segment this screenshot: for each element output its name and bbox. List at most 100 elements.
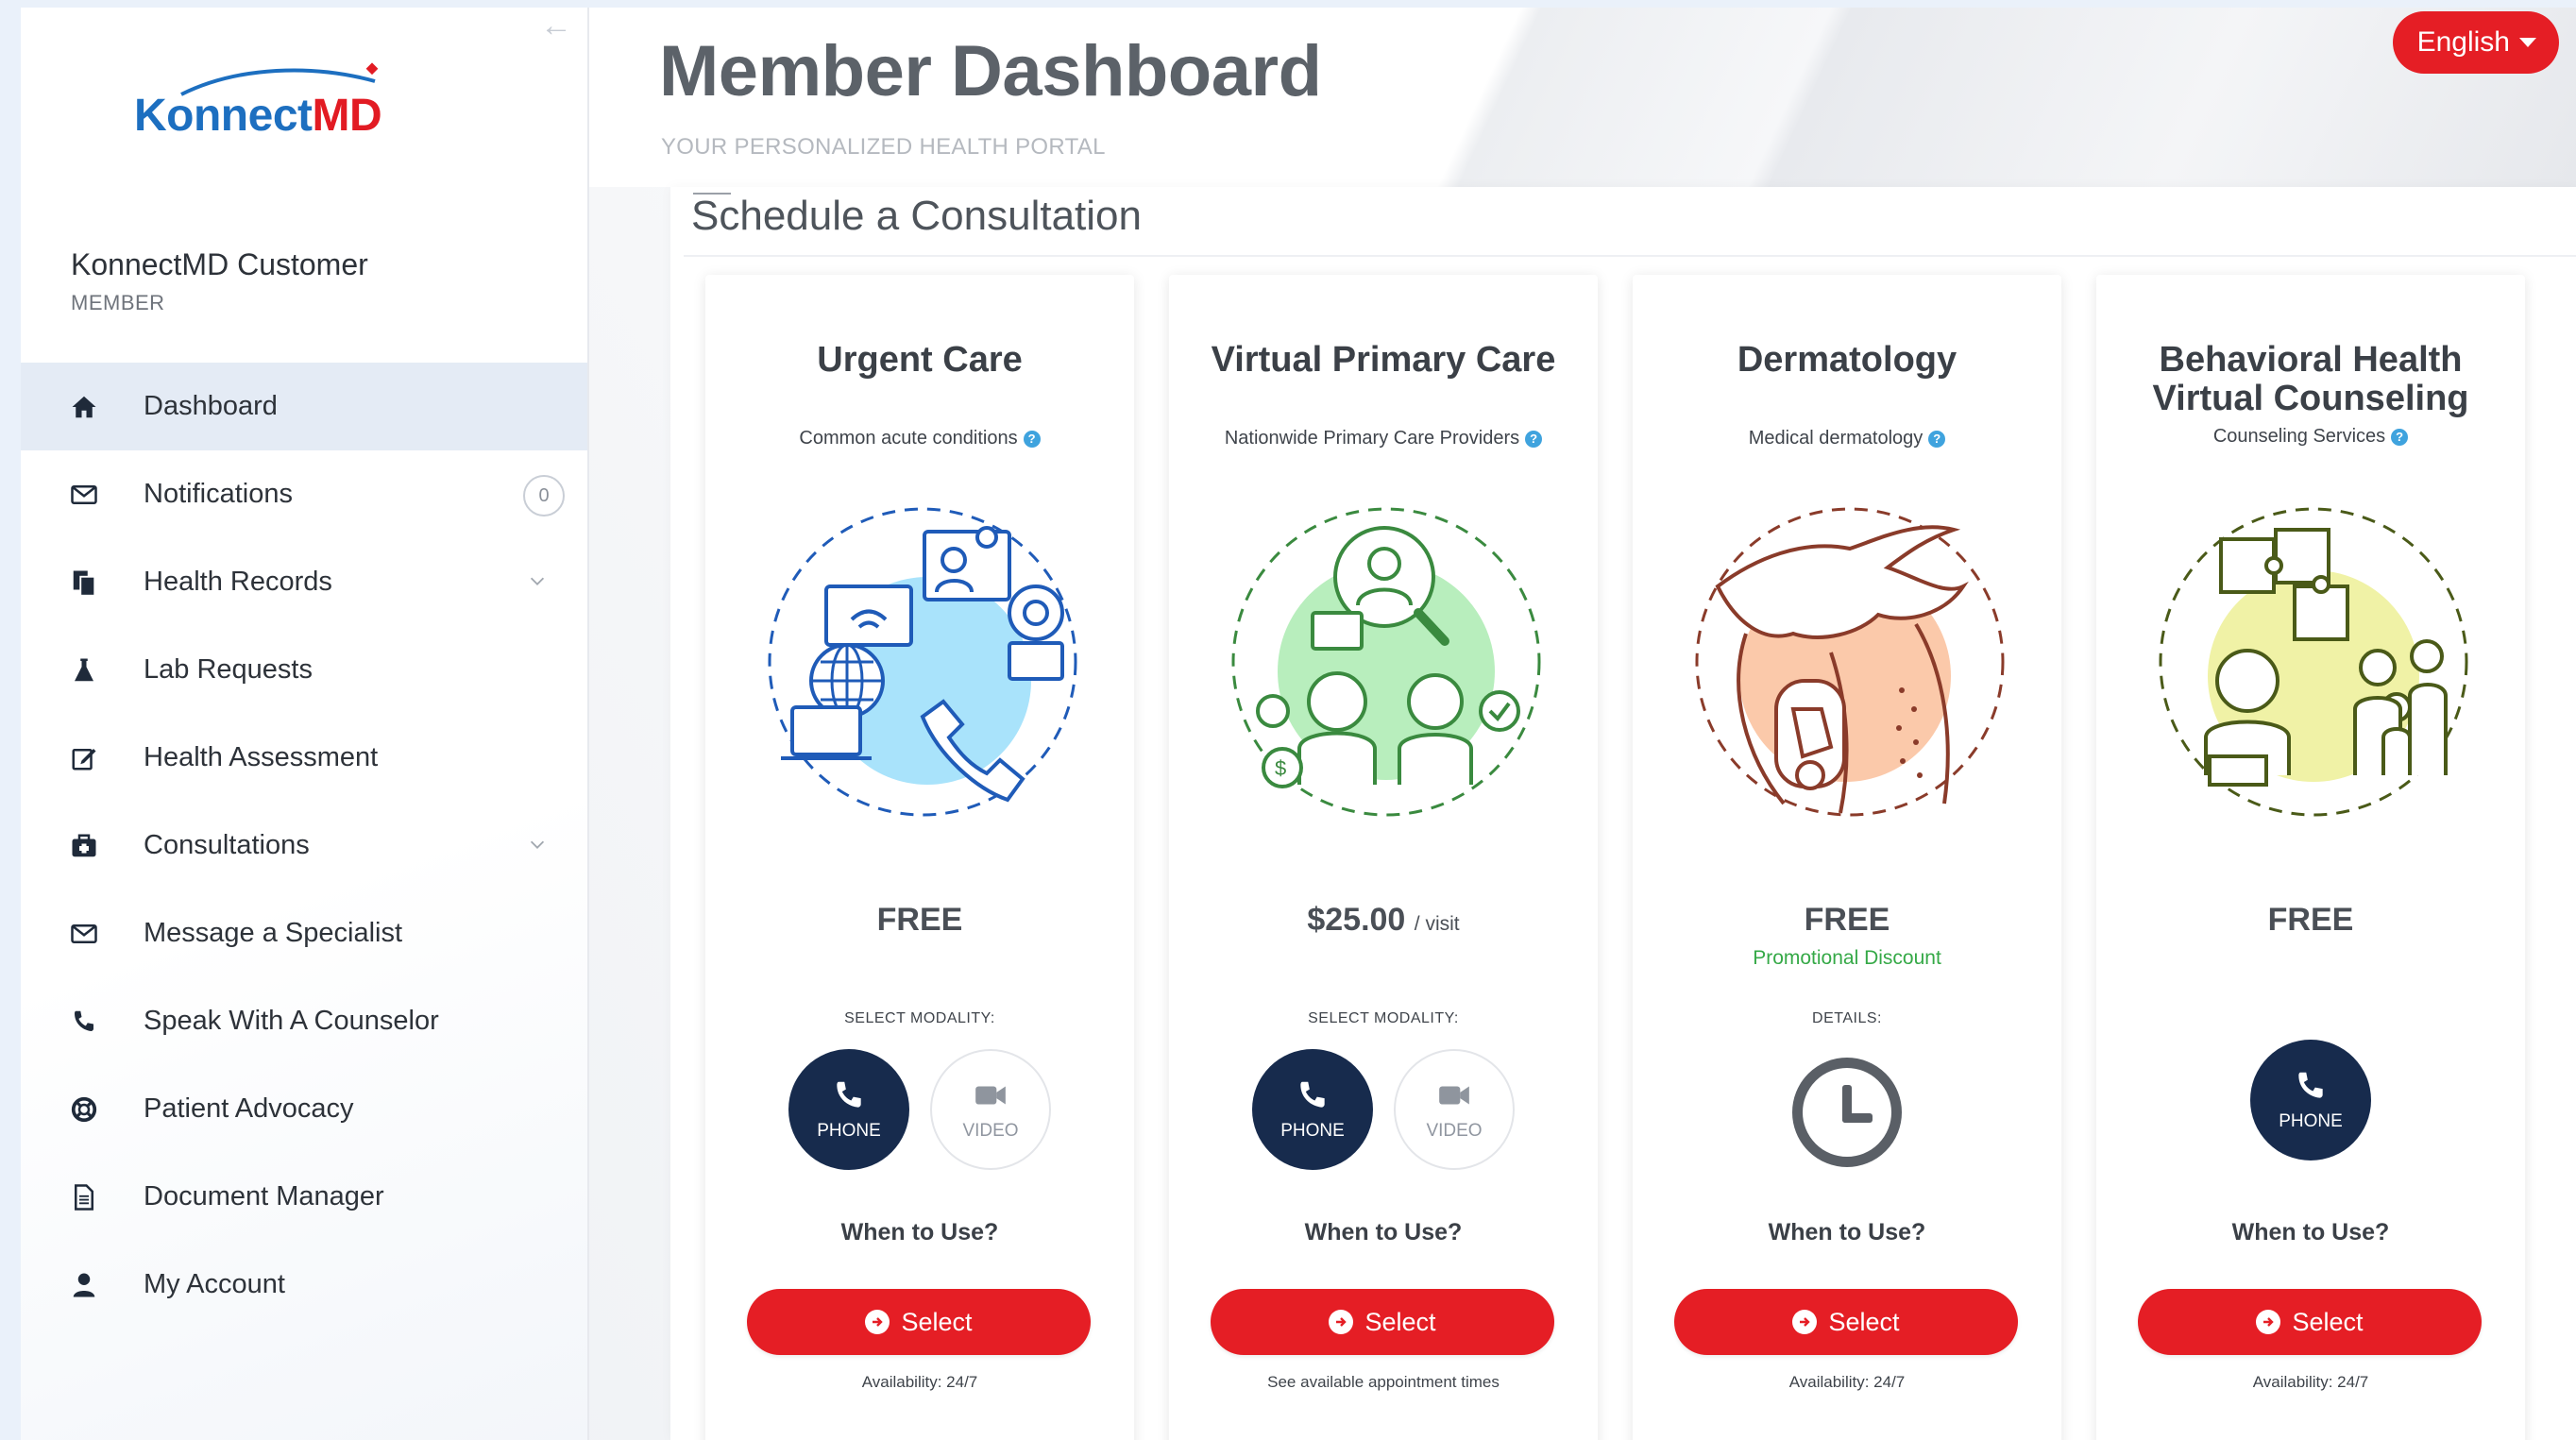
when-to-use-link[interactable]: When to Use?: [1169, 1219, 1598, 1246]
help-icon[interactable]: ?: [2391, 428, 2409, 446]
help-icon[interactable]: ?: [1928, 430, 1946, 448]
price: FREE: [2267, 902, 2354, 938]
sidebar-item-label: My Account: [144, 1269, 285, 1299]
video-modality-button[interactable]: VIDEO: [1394, 1049, 1515, 1170]
phone-modality-button[interactable]: PHONE: [2250, 1040, 2371, 1160]
sidebar-item-speak-counselor[interactable]: Speak With A Counselor: [21, 977, 587, 1065]
logo-swoosh-icon: [180, 62, 379, 96]
sidebar-item-label: Document Manager: [144, 1181, 384, 1211]
sidebar-item-label: Lab Requests: [144, 654, 313, 685]
sidebar-item-label: Speak With A Counselor: [144, 1006, 439, 1036]
card-virtual-primary-care: Virtual Primary Care Nationwide Primary …: [1169, 275, 1598, 1440]
chevron-down-icon[interactable]: [527, 570, 548, 591]
section-divider: [684, 255, 2576, 257]
sidebar-item-health-assessment[interactable]: Health Assessment: [21, 714, 587, 802]
video-camera-icon: [975, 1086, 1006, 1105]
card-subtitle-text: Common acute conditions: [799, 428, 1018, 449]
envelope-icon: [68, 918, 100, 950]
select-button[interactable]: Select: [1211, 1289, 1554, 1355]
arrow-circle-right-icon: [2256, 1310, 2281, 1334]
card-title-line2: Virtual Counseling: [2152, 379, 2469, 418]
user-role: MEMBER: [71, 291, 165, 314]
when-to-use-link[interactable]: When to Use?: [705, 1219, 1134, 1246]
sidebar-item-label: Consultations: [144, 830, 310, 860]
telehealth-illustration: [768, 507, 1077, 817]
card-title: Virtual Primary Care: [1211, 340, 1556, 380]
sidebar-item-message-specialist[interactable]: Message a Specialist: [21, 889, 587, 977]
document-icon: [68, 1181, 100, 1213]
page-title: Member Dashboard: [659, 31, 1322, 111]
sidebar-item-document-manager[interactable]: Document Manager: [21, 1153, 587, 1241]
user-name: KonnectMD Customer: [71, 247, 368, 281]
sidebar-item-my-account[interactable]: My Account: [21, 1241, 587, 1329]
price: FREE: [1804, 902, 1890, 938]
sidebar-item-patient-advocacy[interactable]: Patient Advocacy: [21, 1065, 587, 1153]
arrow-circle-right-icon: [865, 1310, 890, 1334]
phone-icon: [2298, 1072, 2323, 1098]
notification-count-badge: 0: [523, 475, 565, 517]
phone-icon: [837, 1081, 861, 1108]
modality-options: PHONE VIDEO: [1169, 1049, 1598, 1170]
caret-down-icon: [2519, 38, 2536, 47]
sidebar-item-health-records[interactable]: Health Records: [21, 538, 587, 626]
sidebar-item-label: Message a Specialist: [144, 918, 403, 948]
card-subtitle-text: Counseling Services: [2212, 426, 2386, 447]
select-button[interactable]: Select: [2138, 1289, 2482, 1355]
card-title: Behavioral Health Virtual Counseling: [2096, 341, 2525, 418]
sidebar-item-label: Health Assessment: [144, 742, 379, 772]
modality-options: PHONE: [2096, 1040, 2525, 1160]
app-window: ← Konnect MD KonnectMD Customer MEMBER D…: [21, 8, 2576, 1440]
card-title: Dermatology: [1737, 340, 1957, 380]
select-button[interactable]: Select: [1674, 1289, 2018, 1355]
price-unit: / visit: [1414, 913, 1460, 935]
sidebar-item-consultations[interactable]: Consultations: [21, 802, 587, 889]
when-to-use-link[interactable]: When to Use?: [1633, 1219, 2061, 1246]
brand-logo[interactable]: Konnect MD: [134, 57, 382, 142]
language-selector[interactable]: English: [2392, 11, 2559, 74]
video-modality-button[interactable]: VIDEO: [930, 1049, 1051, 1170]
main-content: Member Dashboard YOUR PERSONALIZED HEALT…: [589, 8, 2576, 1440]
phone-icon: [68, 1006, 100, 1038]
video-camera-icon: [1439, 1086, 1469, 1105]
primary-care-illustration: $: [1231, 507, 1541, 817]
clock-icon[interactable]: [1792, 1058, 1902, 1167]
sidebar-item-notifications[interactable]: Notifications 0: [21, 450, 587, 538]
phone-label: PHONE: [2279, 1111, 2343, 1131]
select-label: Select: [901, 1307, 973, 1336]
sidebar-item-dashboard[interactable]: Dashboard: [21, 363, 587, 450]
phone-modality-button[interactable]: PHONE: [788, 1049, 909, 1170]
availability-text: Availability: 24/7: [2252, 1373, 2369, 1391]
dermatology-illustration: [1695, 507, 2005, 817]
sidebar-nav: Dashboard Notifications 0 Health Records: [21, 363, 587, 1329]
card-subtitle-text: Medical dermatology: [1748, 428, 1924, 449]
user-icon: [68, 1269, 100, 1301]
card-behavioral-health: Behavioral Health Virtual Counseling Cou…: [2096, 275, 2525, 1440]
card-title: Urgent Care: [817, 340, 1023, 380]
select-label: Select: [1364, 1307, 1436, 1336]
files-icon: [68, 567, 100, 599]
video-label: VIDEO: [1426, 1121, 1483, 1141]
card-dermatology: Dermatology Medical dermatology ? FREE P…: [1633, 275, 2061, 1440]
when-to-use-link[interactable]: When to Use?: [2096, 1219, 2525, 1246]
sidebar-item-lab-requests[interactable]: Lab Requests: [21, 626, 587, 714]
counseling-illustration: [2159, 507, 2468, 817]
modality-label: SELECT MODALITY:: [844, 1010, 995, 1026]
card-subtitle: Medical dermatology ?: [1633, 428, 2061, 449]
availability-text: Availability: 24/7: [861, 1373, 978, 1391]
help-icon[interactable]: ?: [1023, 430, 1041, 448]
select-button[interactable]: Select: [747, 1289, 1091, 1355]
chevron-down-icon[interactable]: [527, 834, 548, 855]
phone-modality-button[interactable]: PHONE: [1252, 1049, 1373, 1170]
card-urgent-care: Urgent Care Common acute conditions ? FR…: [705, 275, 1134, 1440]
card-subtitle: Nationwide Primary Care Providers ?: [1169, 428, 1598, 449]
price: $25.00 / visit: [1169, 902, 1598, 939]
modality-options: PHONE VIDEO: [705, 1049, 1134, 1170]
sidebar-item-label: Notifications: [144, 479, 293, 509]
edit-icon: [68, 742, 100, 774]
collapse-sidebar-icon[interactable]: ←: [540, 8, 572, 44]
details-label: DETAILS:: [1812, 1010, 1882, 1026]
lifebuoy-icon: [68, 1093, 100, 1126]
help-icon[interactable]: ?: [1525, 430, 1543, 448]
sidebar-item-label: Dashboard: [144, 391, 278, 421]
phone-label: PHONE: [1280, 1121, 1345, 1141]
